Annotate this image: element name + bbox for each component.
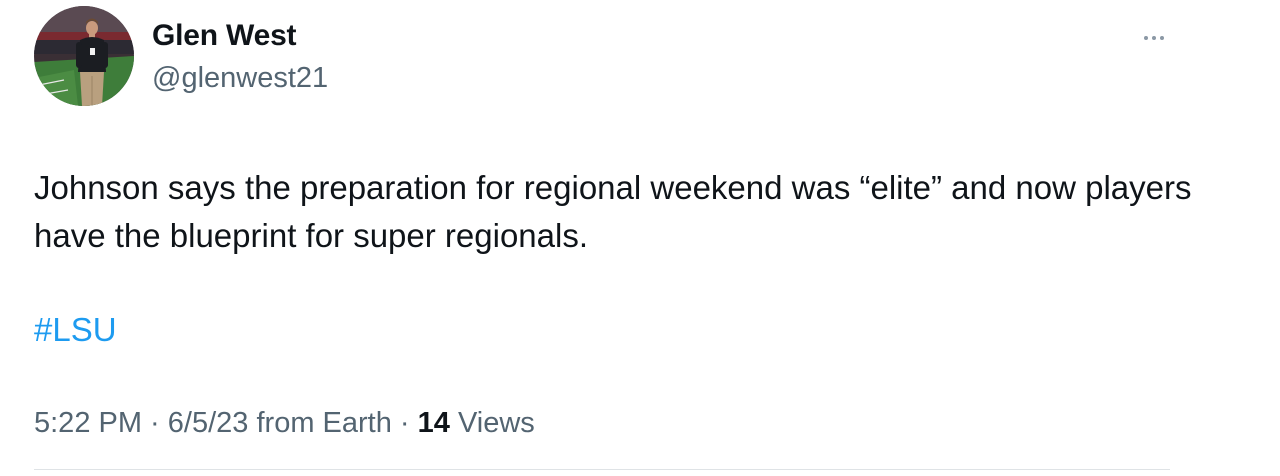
- views-count: 14: [417, 407, 450, 439]
- avatar[interactable]: [34, 6, 134, 106]
- author-handle[interactable]: @glenwest21: [152, 60, 328, 96]
- dot: [1160, 36, 1164, 40]
- more-horizontal-icon[interactable]: [1136, 28, 1172, 48]
- hashtag-link[interactable]: #LSU: [34, 306, 117, 354]
- meta-separator: ·: [391, 407, 418, 439]
- meta-separator: ·: [142, 407, 168, 439]
- dot: [1144, 36, 1148, 40]
- tweet: Glen West @glenwest21 Johnson says the p…: [0, 0, 1280, 476]
- tweet-text: Johnson says the preparation for regiona…: [34, 169, 1192, 254]
- divider: [34, 469, 1170, 470]
- views-label: Views: [449, 407, 535, 439]
- tweet-meta: 5:22 PM · 6/5/23 from Earth · 14 Views: [34, 404, 535, 442]
- dot: [1152, 36, 1156, 40]
- author-display-name[interactable]: Glen West: [152, 18, 297, 54]
- tweet-source: from Earth: [248, 407, 392, 439]
- timestamp-time[interactable]: 5:22 PM: [34, 407, 142, 439]
- timestamp-date[interactable]: 6/5/23: [168, 407, 249, 439]
